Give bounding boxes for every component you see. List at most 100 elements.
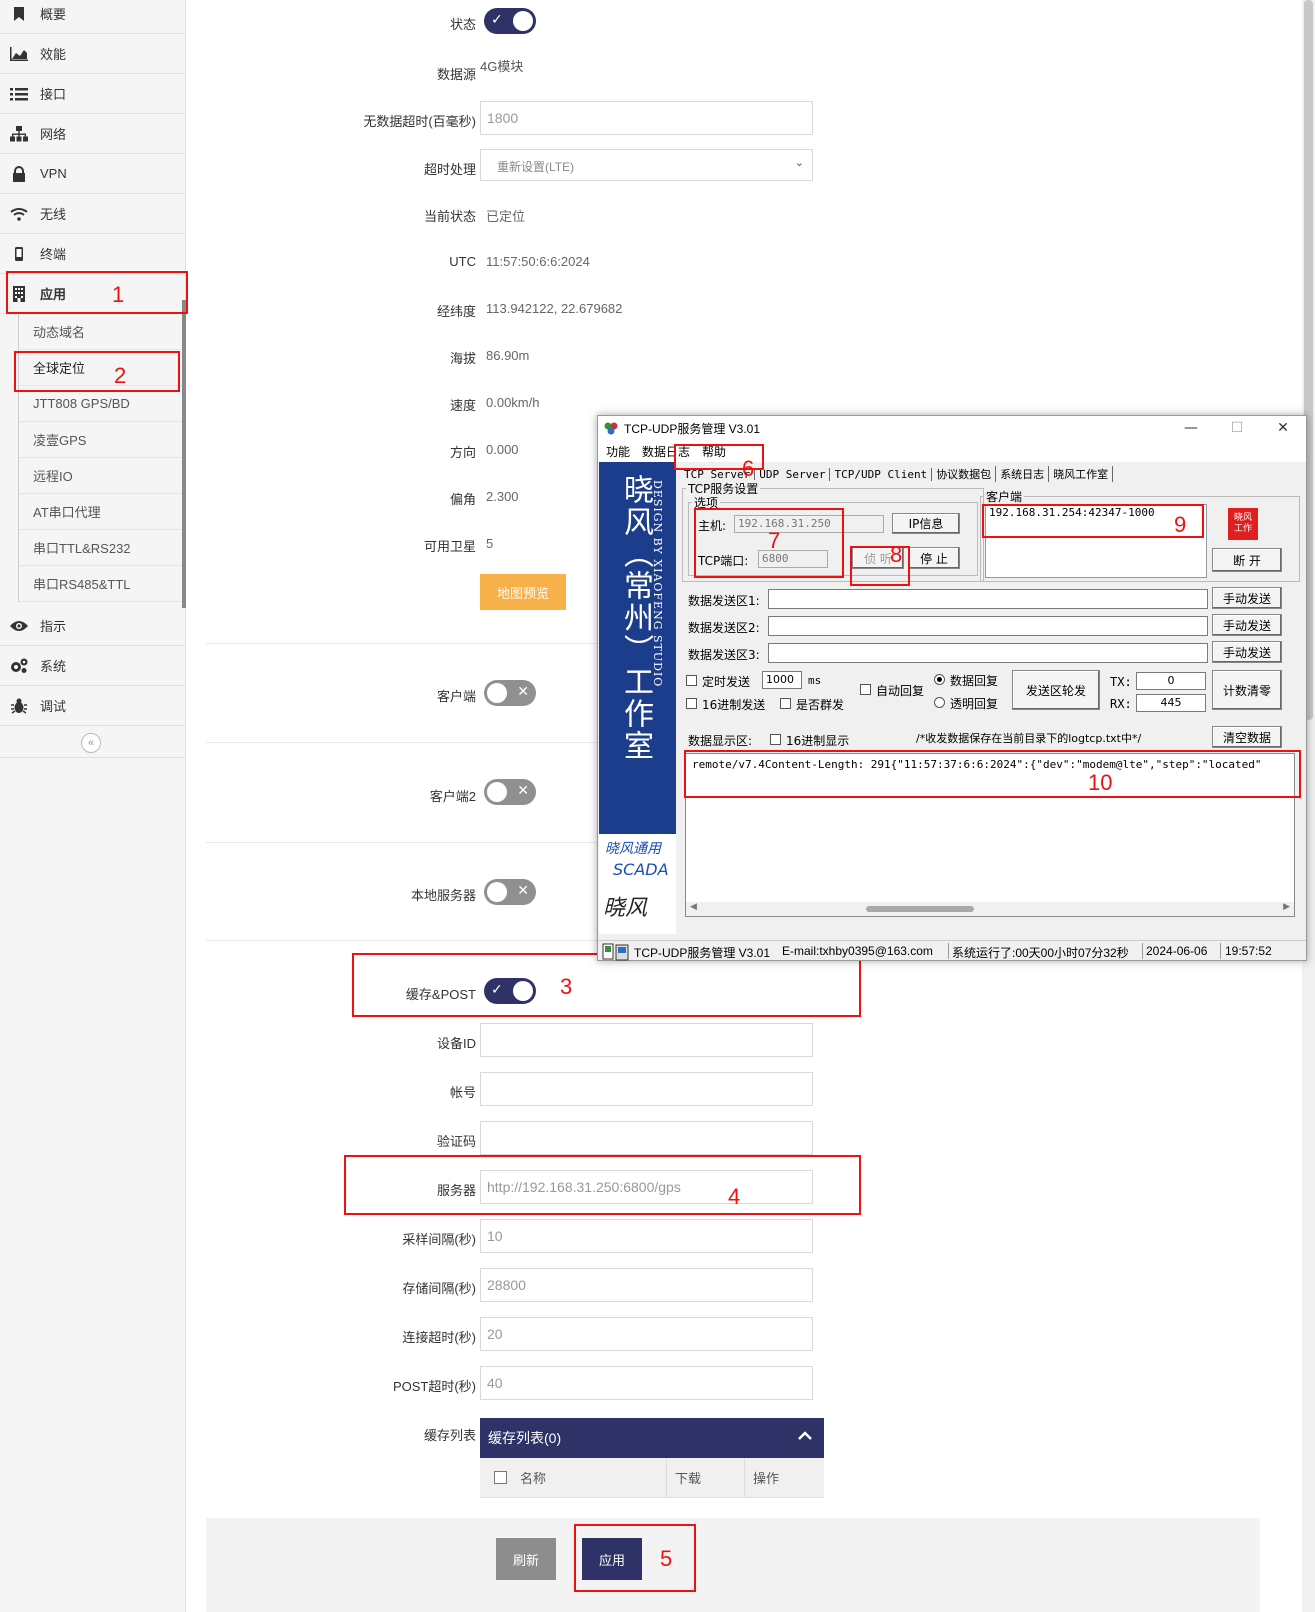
clear-data-button[interactable]: 清空数据	[1212, 726, 1282, 748]
bug-icon	[10, 697, 28, 715]
sidebar-item-terminal[interactable]: 终端	[0, 234, 186, 274]
sidebar-item-debug[interactable]: 调试	[0, 686, 186, 726]
timed-send-checkbox[interactable]	[686, 675, 697, 686]
chevron-up-icon[interactable]	[798, 1428, 812, 1445]
column-header: 操作	[753, 1471, 780, 1486]
sidebar-subitem-serial-rs485[interactable]: 串口RS485&TTL	[18, 566, 182, 602]
lock-icon	[10, 165, 28, 183]
rotate-send-button[interactable]: 发送区轮发	[1012, 670, 1100, 710]
tab-protocol-packets[interactable]: 协议数据包	[932, 466, 997, 482]
verify-code-input[interactable]	[480, 1121, 813, 1155]
send-area-2-label: 数据发送区2:	[688, 621, 760, 635]
toggle-knob	[487, 882, 507, 902]
client-toggle[interactable]: ✕	[484, 680, 536, 706]
tab-system-log[interactable]: 系统日志	[996, 466, 1050, 482]
sidebar-subitem-remote-io[interactable]: 远程IO	[18, 458, 182, 494]
sidebar-item-label: 调试	[40, 699, 67, 714]
sidebar-item-overview[interactable]: 概要	[0, 0, 186, 34]
minimize-button[interactable]: —	[1168, 416, 1214, 440]
auto-reply-label: 自动回复	[876, 684, 925, 698]
hex-display-checkbox[interactable]	[770, 734, 781, 745]
close-icon: ✕	[517, 882, 529, 898]
client2-toggle[interactable]: ✕	[484, 779, 536, 805]
menu-function[interactable]: 功能	[606, 443, 630, 460]
annotation-number-9: 9	[1174, 512, 1187, 537]
stop-button[interactable]: 停 止	[908, 547, 960, 569]
annotation-number-7: 7	[768, 528, 781, 553]
tab-tcp-udp-client[interactable]: TCP/UDP Client	[830, 467, 933, 481]
toggle-knob	[513, 11, 533, 31]
toggle-knob	[487, 683, 507, 703]
timeout-handling-select[interactable]: 重新设置(LTE) ⌄	[480, 149, 813, 181]
store-interval-label: 存储间隔(秒)	[402, 1281, 476, 1296]
gears-icon	[10, 657, 28, 675]
timeout-handling-value: 重新设置(LTE)	[497, 160, 575, 174]
connect-timeout-input[interactable]: 20	[480, 1317, 813, 1351]
window-titlebar[interactable]: TCP-UDP服务管理 V3.01 — ☐ ✕	[598, 416, 1306, 440]
close-button[interactable]: ✕	[1260, 416, 1306, 440]
sidebar-item-wireless[interactable]: 无线	[0, 194, 186, 234]
map-preview-button[interactable]: 地图预览	[480, 574, 566, 610]
select-all-checkbox[interactable]	[480, 1471, 520, 1484]
manual-send-3-button[interactable]: 手动发送	[1212, 641, 1282, 663]
transparent-reply-radio[interactable]	[934, 697, 945, 708]
rx-label: RX:	[1110, 697, 1132, 711]
eye-icon	[10, 617, 28, 635]
sample-interval-label: 采样间隔(秒)	[402, 1232, 476, 1247]
utc-label: UTC	[449, 254, 476, 269]
sample-interval-input[interactable]: 10	[480, 1219, 813, 1253]
broadcast-checkbox[interactable]	[780, 698, 791, 709]
direction-label: 方向	[449, 445, 476, 460]
ip-info-button[interactable]: IP信息	[892, 513, 960, 534]
sidebar-item-system[interactable]: 系统	[0, 646, 186, 686]
account-label: 帐号	[449, 1085, 476, 1100]
sidebar-subitem-at-proxy[interactable]: AT串口代理	[18, 494, 182, 530]
seal-text: 晓风 工作	[1233, 513, 1252, 534]
account-input[interactable]	[480, 1072, 813, 1106]
send-area-1-input[interactable]	[768, 589, 1208, 609]
scroll-left-icon[interactable]: ◀	[690, 902, 697, 912]
status-toggle[interactable]: ✓	[484, 8, 536, 34]
sidebar-item-performance[interactable]: 效能	[0, 34, 186, 74]
cache-list-header[interactable]: 缓存列表(0)	[480, 1418, 824, 1458]
scroll-right-icon[interactable]: ▶	[1283, 902, 1290, 912]
count-reset-button[interactable]: 计数清零	[1212, 670, 1282, 710]
local-server-toggle[interactable]: ✕	[484, 879, 536, 905]
data-reply-radio[interactable]	[934, 674, 945, 685]
sidebar-subitem-lingyi-gps[interactable]: 凌壹GPS	[18, 422, 182, 458]
sidebar-subitem-serial-rs232[interactable]: 串口TTL&RS232	[18, 530, 182, 566]
sidebar-subitem-ddns[interactable]: 动态域名	[18, 314, 182, 350]
nodata-timeout-input[interactable]: 1800	[480, 101, 813, 135]
studio-banner: 晓风（常州）工作室 DESIGN BY XIAOFENG STUDIO	[599, 462, 676, 834]
post-timeout-input[interactable]: 40	[480, 1366, 813, 1400]
sidebar-item-vpn[interactable]: VPN	[0, 154, 186, 194]
window-statusbar: TCP-UDP服务管理 V3.01 E-mail:txhby0395@163.c…	[598, 940, 1306, 961]
timed-interval-input[interactable]: 1000	[762, 671, 802, 689]
cache-list-title: 缓存列表(0)	[488, 1430, 562, 1446]
collapse-sidebar-button[interactable]: «	[81, 733, 101, 753]
transparent-reply-label: 透明回复	[950, 697, 999, 711]
display-hscrollbar-thumb[interactable]	[866, 906, 974, 912]
send-area-2-input[interactable]	[768, 616, 1208, 636]
send-area-3-input[interactable]	[768, 643, 1208, 663]
sidebar-item-interface[interactable]: 接口	[0, 74, 186, 114]
hex-send-checkbox[interactable]	[686, 698, 697, 709]
device-id-input[interactable]	[480, 1023, 813, 1057]
auto-reply-checkbox[interactable]	[860, 684, 871, 695]
annotation-box-10	[684, 750, 1301, 798]
manual-send-1-button[interactable]: 手动发送	[1212, 587, 1282, 609]
app-logo-icon	[604, 421, 618, 435]
disconnect-button[interactable]: 断 开	[1212, 548, 1282, 572]
sidebar-item-indicator[interactable]: 指示	[0, 606, 186, 646]
tab-udp-server[interactable]: UDP Server	[755, 467, 831, 481]
maximize-button[interactable]: ☐	[1214, 416, 1260, 440]
sidebar-item-network[interactable]: 网络	[0, 114, 186, 154]
sidebar-item-label: 概要	[40, 7, 67, 22]
manual-send-2-button[interactable]: 手动发送	[1212, 614, 1282, 636]
refresh-button[interactable]: 刷新	[496, 1538, 556, 1580]
close-icon: ✕	[517, 782, 529, 798]
chevron-down-icon: ⌄	[794, 157, 804, 169]
store-interval-input[interactable]: 28800	[480, 1268, 813, 1302]
tab-studio[interactable]: 晓风工作室	[1049, 466, 1114, 482]
display-hscrollbar[interactable]: ◀ ▶	[686, 902, 1294, 916]
